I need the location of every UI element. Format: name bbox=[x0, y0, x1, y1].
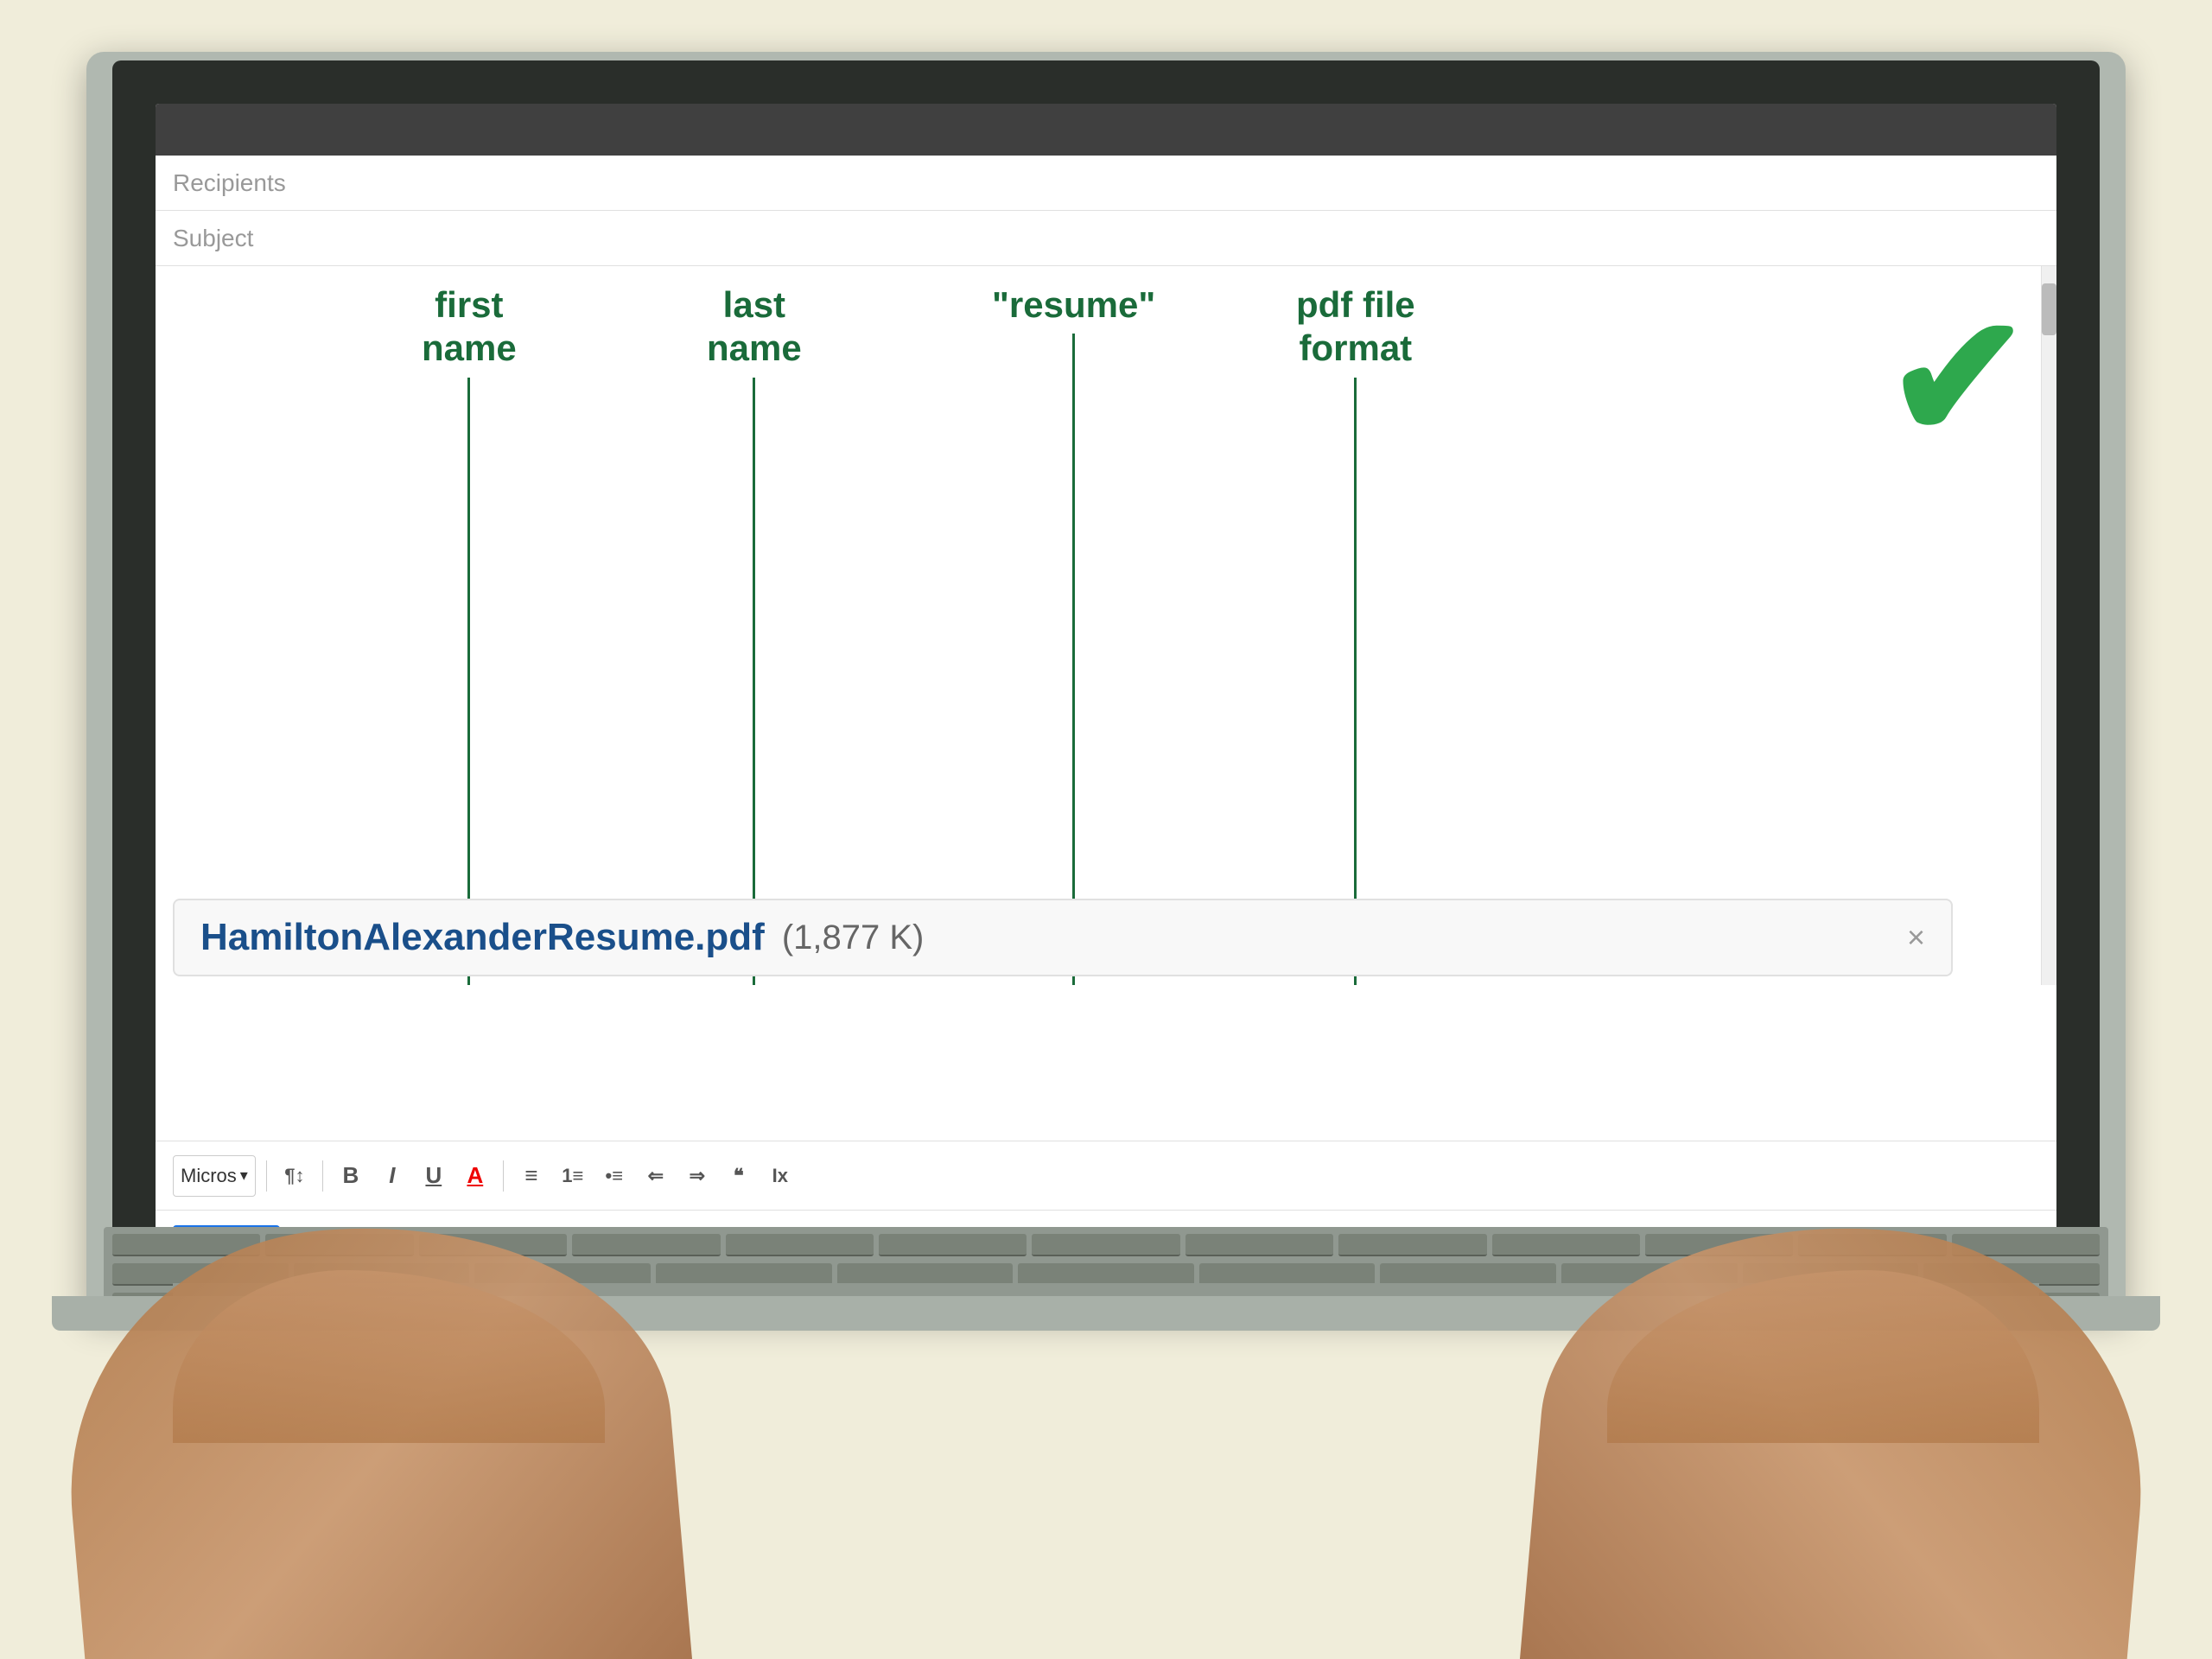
annotation-first-name: firstname bbox=[422, 283, 517, 985]
annotation-last-name-text: lastname bbox=[707, 283, 802, 371]
annotation-pdf-format: pdf fileformat bbox=[1296, 283, 1415, 985]
annotation-pdf-format-text: pdf fileformat bbox=[1296, 283, 1415, 371]
scrollbar[interactable] bbox=[2041, 266, 2056, 985]
compose-body: firstname lastname "resume" bbox=[156, 266, 2056, 1141]
subject-label: Subject bbox=[173, 225, 253, 252]
annotation-last-name-line bbox=[753, 378, 755, 985]
annotation-last-name: lastname bbox=[707, 283, 802, 985]
annotations-area: firstname lastname "resume" bbox=[156, 283, 2056, 985]
compose-header-bar bbox=[156, 104, 2056, 156]
annotation-resume-text: "resume" bbox=[992, 283, 1155, 327]
checkmark-icon: ✔ bbox=[1885, 292, 2031, 465]
subject-field[interactable]: Subject bbox=[156, 211, 2056, 266]
attachment-area: HamiltonAlexanderResume.pdf (1,877 K) × bbox=[173, 899, 1953, 976]
annotation-resume-line bbox=[1072, 334, 1075, 985]
annotation-pdf-format-line bbox=[1354, 378, 1357, 985]
hands-area bbox=[0, 1054, 2212, 1659]
scrollbar-thumb[interactable] bbox=[2042, 283, 2056, 335]
annotation-resume: "resume" bbox=[992, 283, 1155, 985]
recipients-field[interactable]: Recipients bbox=[156, 156, 2056, 211]
scene: Recipients Subject bbox=[0, 0, 2212, 1659]
attachment-box: HamiltonAlexanderResume.pdf (1,877 K) × bbox=[173, 899, 1953, 976]
attachment-close-button[interactable]: × bbox=[1907, 919, 1925, 956]
annotation-first-name-line bbox=[467, 378, 470, 985]
attachment-size: (1,877 K) bbox=[782, 918, 925, 957]
recipients-label: Recipients bbox=[173, 169, 286, 197]
attachment-filename: HamiltonAlexanderResume.pdf bbox=[200, 916, 765, 959]
annotation-first-name-text: firstname bbox=[422, 283, 517, 371]
